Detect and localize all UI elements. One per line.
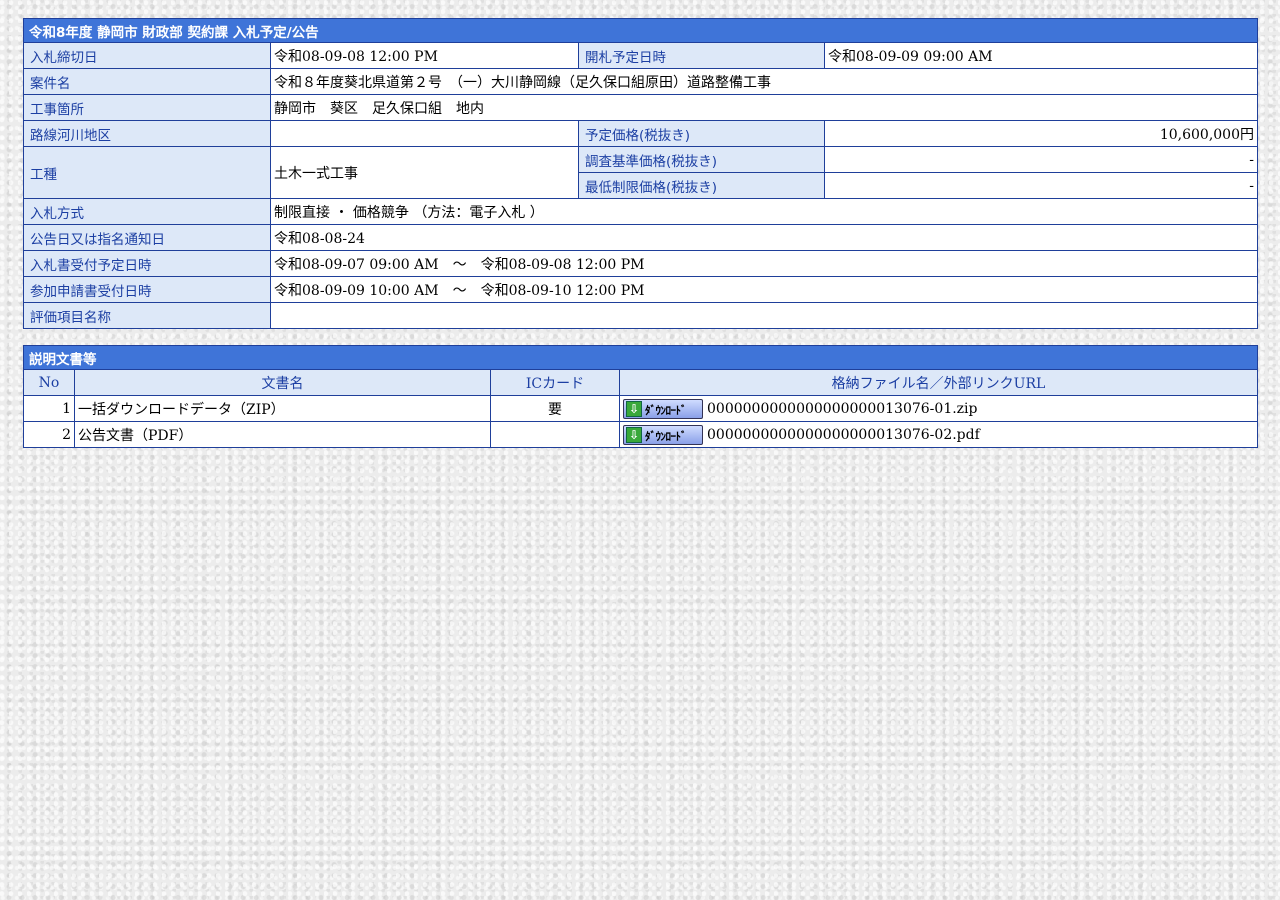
location-label: 工事箇所	[23, 94, 271, 121]
evaluation-label: 評価項目名称	[23, 302, 271, 329]
download-button[interactable]: ⇩ ﾀﾞｳﾝﾛｰﾄﾞ	[623, 424, 703, 445]
row-no: 2	[23, 421, 75, 448]
application-value: 令和08-09-09 10:00 AM ～ 令和08-09-10 12:00 P…	[270, 276, 1258, 303]
row-file: ⇩ ﾀﾞｳﾝﾛｰﾄﾞ 0000000000000000000013076-02.…	[619, 421, 1258, 448]
col-header-name: 文書名	[74, 369, 491, 396]
download-button-label: ﾀﾞｳﾝﾛｰﾄﾞ	[645, 429, 687, 443]
bid-receipt-value: 令和08-09-07 09:00 AM ～ 令和08-09-08 12:00 P…	[270, 250, 1258, 277]
row-file: ⇩ ﾀﾞｳﾝﾛｰﾄﾞ 0000000000000000000013076-01.…	[619, 395, 1258, 422]
opening-label: 開札予定日時	[578, 42, 825, 69]
documents-table: 説明文書等 No 文書名 ICカード 格納ファイル名／外部リンクURL 1 一括…	[23, 345, 1258, 448]
work-type-label: 工種	[23, 146, 271, 199]
opening-value: 令和08-09-09 09:00 AM	[824, 42, 1258, 69]
work-type-value: 土木一式工事	[270, 146, 579, 199]
row-doc-name: 一括ダウンロードデータ（ZIP）	[74, 395, 491, 422]
row-iccard: 要	[490, 395, 620, 422]
row-no: 1	[23, 395, 75, 422]
planned-price-value: 10,600,000円	[824, 120, 1258, 147]
bid-receipt-label: 入札書受付予定日時	[23, 250, 271, 277]
route-value	[270, 120, 579, 147]
deadline-value: 令和08-09-08 12:00 PM	[270, 42, 579, 69]
col-header-no: No	[23, 369, 75, 396]
table-row: 1 一括ダウンロードデータ（ZIP） 要 ⇩ ﾀﾞｳﾝﾛｰﾄﾞ 00000000…	[23, 395, 1258, 422]
col-header-file: 格納ファイル名／外部リンクURL	[619, 369, 1258, 396]
col-header-iccard: ICカード	[490, 369, 620, 396]
application-label: 参加申請書受付日時	[23, 276, 271, 303]
deadline-label: 入札締切日	[23, 42, 271, 69]
row-iccard	[490, 421, 620, 448]
location-value: 静岡市 葵区 足久保口組 地内	[270, 94, 1258, 121]
route-label: 路線河川地区	[23, 120, 271, 147]
download-button[interactable]: ⇩ ﾀﾞｳﾝﾛｰﾄﾞ	[623, 398, 703, 419]
min-price-value: -	[824, 172, 1258, 199]
bid-info-table: 令和8年度 静岡市 財政部 契約課 入札予定/公告 入札締切日 令和08-09-…	[23, 18, 1258, 329]
survey-price-label: 調査基準価格(税抜き)	[578, 146, 825, 173]
planned-price-label: 予定価格(税抜き)	[578, 120, 825, 147]
notice-date-label: 公告日又は指名通知日	[23, 224, 271, 251]
notice-date-value: 令和08-08-24	[270, 224, 1258, 251]
download-arrow-icon: ⇩	[626, 426, 642, 443]
download-arrow-icon: ⇩	[626, 400, 642, 417]
file-name: 0000000000000000000013076-02.pdf	[707, 426, 980, 443]
project-label: 案件名	[23, 68, 271, 95]
bid-info-title: 令和8年度 静岡市 財政部 契約課 入札予定/公告	[23, 18, 1258, 43]
project-value: 令和８年度葵北県道第２号 （一）大川静岡線（足久保口組原田）道路整備工事	[270, 68, 1258, 95]
survey-price-value: -	[824, 146, 1258, 173]
table-row: 2 公告文書（PDF） ⇩ ﾀﾞｳﾝﾛｰﾄﾞ 00000000000000000…	[23, 421, 1258, 448]
evaluation-value	[270, 302, 1258, 329]
file-name: 0000000000000000000013076-01.zip	[707, 400, 978, 417]
min-price-label: 最低制限価格(税抜き)	[578, 172, 825, 199]
bid-method-label: 入札方式	[23, 198, 271, 225]
download-button-label: ﾀﾞｳﾝﾛｰﾄﾞ	[645, 403, 687, 417]
bid-method-value: 制限直接 ・ 価格競争 （方法：電子入札 ）	[270, 198, 1258, 225]
row-doc-name: 公告文書（PDF）	[74, 421, 491, 448]
documents-title: 説明文書等	[23, 345, 1258, 370]
